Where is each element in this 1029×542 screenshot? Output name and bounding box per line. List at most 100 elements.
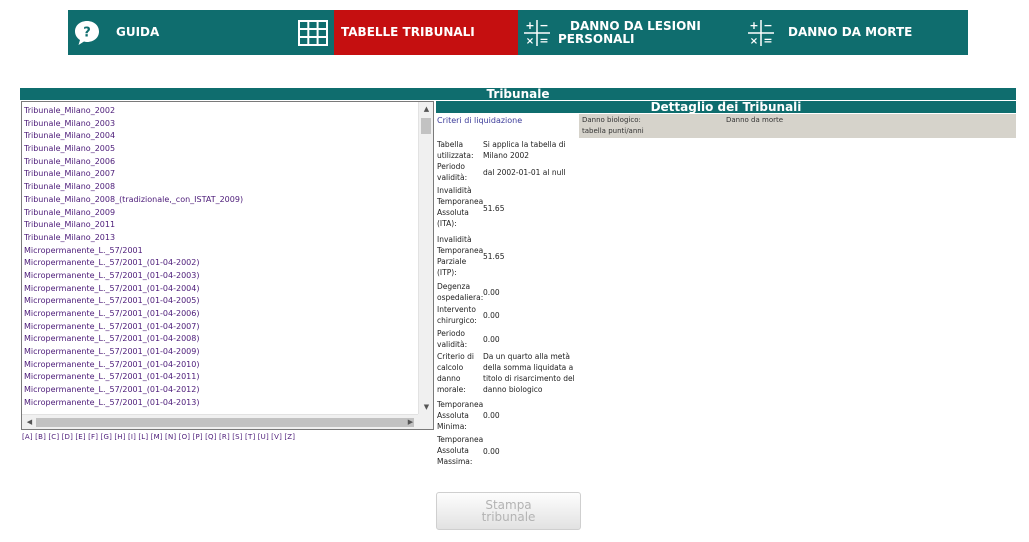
list-item[interactable]: Micropermanente_L._57/2001 xyxy=(22,245,418,258)
svg-text:−: − xyxy=(539,19,548,32)
svg-text:×: × xyxy=(526,36,534,47)
list-item[interactable]: Tribunale_Milano_2005 xyxy=(22,143,418,156)
calculator-icon: + − × = xyxy=(748,19,774,47)
detail-value: dal 2002-01-01 al null xyxy=(483,168,566,177)
nav-lesioni-label-2: PERSONALI xyxy=(558,31,635,46)
letter-link[interactable]: [N] xyxy=(165,433,176,441)
letter-link[interactable]: [L] xyxy=(138,433,148,441)
calculator-icon: + − × = xyxy=(524,19,550,47)
detail-value: Da un quarto alla metà della somma liqui… xyxy=(483,352,575,394)
criteria-header-band: Danno biologico: tabella punti/anni Dann… xyxy=(579,114,1016,138)
letter-link[interactable]: [P] xyxy=(193,433,203,441)
nav-tabelle-tribunali[interactable]: TABELLE TRIBUNALI xyxy=(292,10,518,55)
detail-label: Periodo validità: xyxy=(437,329,468,349)
letter-link[interactable]: [G] xyxy=(101,433,113,441)
detail-label: Criterio di calcolo danno morale: xyxy=(437,352,474,394)
svg-text:=: = xyxy=(539,34,548,47)
scroll-left-icon[interactable]: ◀ xyxy=(22,416,37,428)
dettaglio-header: Dettaglio dei Tribunali xyxy=(436,101,1016,113)
list-item[interactable]: Micropermanente_L._57/2001_(01-04-2010) xyxy=(22,359,418,372)
list-item[interactable]: Micropermanente_L._57/2001_(01-04-2002) xyxy=(22,257,418,270)
detail-label: Degenza ospedaliera: xyxy=(437,282,484,302)
list-item[interactable]: Tribunale_Milano_2008_(tradizionale,_con… xyxy=(22,194,418,207)
detail-value: 0.00 xyxy=(483,288,500,297)
list-item[interactable]: Tribunale_Milano_2003 xyxy=(22,118,418,131)
danno-morte-label: Danno da morte xyxy=(726,116,784,124)
nav-tabelle-label: TABELLE TRIBUNALI xyxy=(341,25,475,39)
list-item[interactable]: Tribunale_Milano_2013 xyxy=(22,232,418,245)
svg-text:×: × xyxy=(750,36,758,47)
horizontal-scrollbar[interactable]: ◀ ▶ xyxy=(22,414,418,429)
tabella-punti-label: tabella punti/anni xyxy=(582,127,644,135)
letter-link[interactable]: [I] xyxy=(128,433,136,441)
list-item[interactable]: Tribunale_Milano_2006 xyxy=(22,156,418,169)
list-item[interactable]: Micropermanente_L._57/2001_(01-04-2007) xyxy=(22,321,418,334)
list-item[interactable]: Micropermanente_L._57/2001_(01-04-2004) xyxy=(22,283,418,296)
letter-link[interactable]: [U] xyxy=(258,433,269,441)
scroll-down-icon[interactable]: ▼ xyxy=(419,401,433,413)
list-item[interactable]: Micropermanente_L._57/2001_(01-04-2013) xyxy=(22,397,418,410)
svg-text:?: ? xyxy=(83,25,91,40)
letter-link[interactable]: [Q] xyxy=(205,433,217,441)
nav-danno-morte[interactable]: + − × = DANNO DA MORTE xyxy=(742,10,968,55)
detail-value: 0.00 xyxy=(483,447,500,456)
list-item[interactable]: Tribunale_Milano_2008 xyxy=(22,181,418,194)
detail-label: Temporanea Assoluta Massima: xyxy=(437,435,484,466)
list-item[interactable]: Micropermanente_L._57/2001_(01-04-2005) xyxy=(22,295,418,308)
letter-link[interactable]: [C] xyxy=(48,433,59,441)
list-item[interactable]: Micropermanente_L._57/2001_(01-04-2009) xyxy=(22,346,418,359)
letter-link[interactable]: [F] xyxy=(88,433,98,441)
list-item[interactable]: Tribunale_Milano_2009 xyxy=(22,207,418,220)
stampa-tribunale-button[interactable]: Stampa tribunale xyxy=(436,492,581,530)
table-icon xyxy=(298,19,328,46)
letter-link[interactable]: [E] xyxy=(75,433,86,441)
scroll-right-icon[interactable]: ▶ xyxy=(403,416,418,428)
svg-text:−: − xyxy=(763,19,772,32)
list-item[interactable]: Tribunale_Milano_2007 xyxy=(22,168,418,181)
nav-lesioni-label-1: DANNO DA LESIONI xyxy=(570,18,701,33)
tribunale-header: Tribunale xyxy=(20,88,1016,100)
help-icon: ? xyxy=(75,20,99,45)
letter-link[interactable]: [A] xyxy=(22,433,33,441)
svg-text:+: + xyxy=(749,19,758,32)
vertical-scrollbar[interactable]: ▲ ▼ xyxy=(418,102,433,414)
detail-label: Invalidità Temporanea Parziale (ITP): xyxy=(437,235,484,277)
list-item[interactable]: Tribunale_Milano_2004 xyxy=(22,130,418,143)
alphabet-filter: [A] [B] [C] [D] [E] [F] [G] [H] [I] [L] [M] [N] [O][… xyxy=(22,433,297,441)
detail-label: Intervento chirurgico: xyxy=(437,305,477,325)
detail-label: Temporanea Assoluta Minima: xyxy=(437,400,484,431)
list-item[interactable]: Tribunale_Milano_2002 xyxy=(22,105,418,118)
detail-value: Si applica la tabella di Milano 2002 xyxy=(483,140,566,160)
list-item[interactable]: Micropermanente_L._57/2001_(01-04-2008) xyxy=(22,333,418,346)
letter-link[interactable]: [H] xyxy=(114,433,125,441)
detail-label: Tabella utilizzata: xyxy=(437,140,474,160)
tribunale-listbox[interactable]: Tribunale_Milano_2002 Tribunale_Milano_20… xyxy=(21,101,434,430)
list-item[interactable]: Tribunale_Milano_2011 xyxy=(22,219,418,232)
letter-link[interactable]: [R] xyxy=(219,433,230,441)
scroll-up-icon[interactable]: ▲ xyxy=(419,103,433,115)
danno-biologico-label: Danno biologico: xyxy=(582,116,641,124)
detail-label: Invalidità Temporanea Assoluta (ITA): xyxy=(437,186,484,228)
nav-guida[interactable]: ? GUIDA xyxy=(68,10,292,55)
letter-link[interactable]: [O] xyxy=(179,433,191,441)
list-item[interactable]: Micropermanente_L._57/2001_(01-04-2006) xyxy=(22,308,418,321)
detail-value: 0.00 xyxy=(483,335,500,344)
letter-link[interactable]: [Z] xyxy=(284,433,295,441)
detail-value: 51.65 xyxy=(483,204,505,213)
detail-value: 51.65 xyxy=(483,252,505,261)
detail-label: Periodo validità: xyxy=(437,162,468,182)
list-item[interactable]: Micropermanente_L._57/2001_(01-04-2003) xyxy=(22,270,418,283)
nav-danno-lesioni[interactable]: + − × = DANNO DA LESIONI PERSONALI xyxy=(518,10,742,55)
letter-link[interactable]: [D] xyxy=(62,433,73,441)
letter-link[interactable]: [B] xyxy=(35,433,46,441)
list-item[interactable]: Micropermanente_L._57/2001_(01-04-2011) xyxy=(22,371,418,384)
scroll-thumb-horizontal[interactable] xyxy=(36,418,414,427)
tribunale-list: Tribunale_Milano_2002 Tribunale_Milano_20… xyxy=(22,102,418,414)
list-item[interactable]: Micropermanente_L._57/2001_(01-04-2012) xyxy=(22,384,418,397)
criteri-liquidazione: Criteri di liquidazione xyxy=(437,116,523,125)
letter-link[interactable]: [M] xyxy=(151,433,163,441)
scroll-thumb[interactable] xyxy=(421,118,431,134)
letter-link[interactable]: [V] xyxy=(271,433,282,441)
letter-link[interactable]: [S] xyxy=(232,433,243,441)
letter-link[interactable]: [T] xyxy=(245,433,255,441)
